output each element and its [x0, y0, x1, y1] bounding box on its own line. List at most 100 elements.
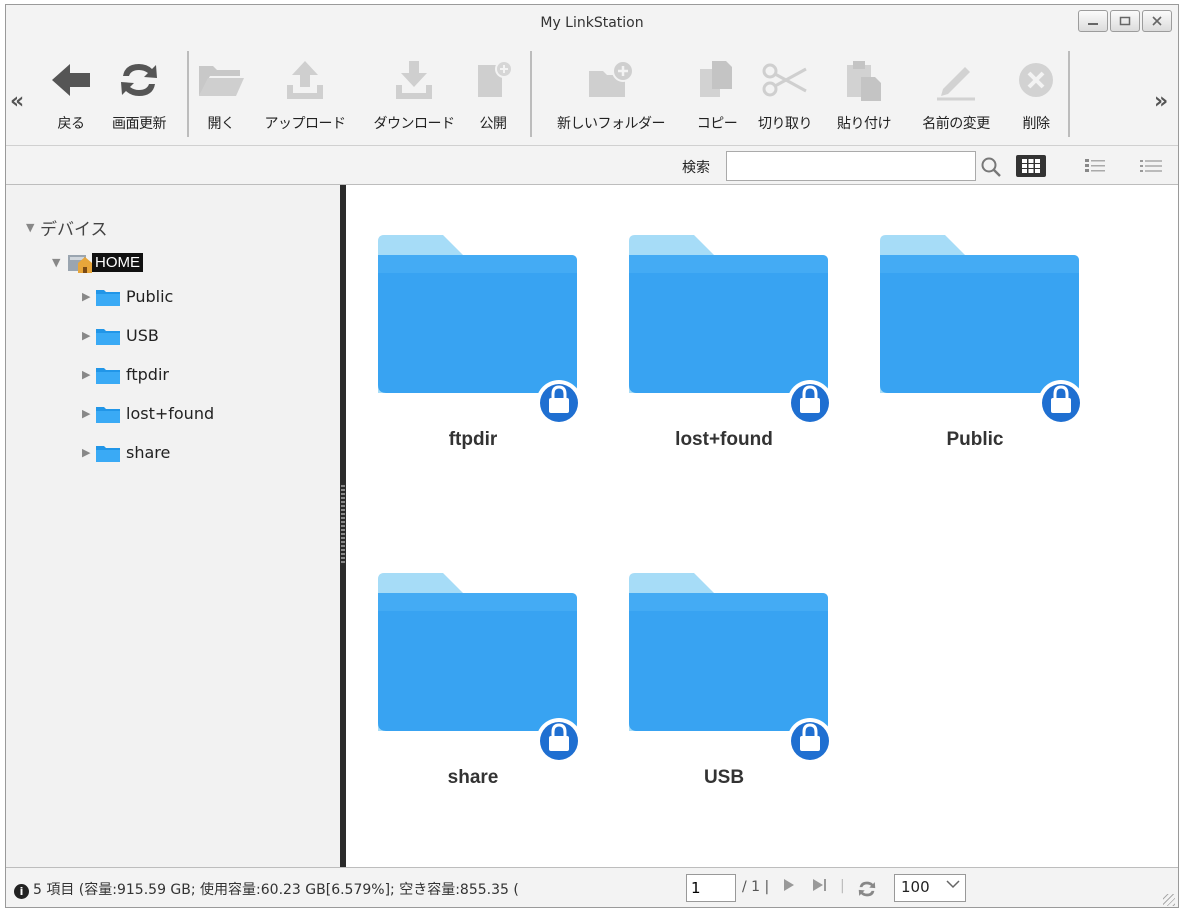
- back-button[interactable]: 戻る: [46, 47, 96, 133]
- tree-label-devices: デバイス: [40, 220, 108, 240]
- list-view-button[interactable]: [1136, 155, 1166, 177]
- maximize-button[interactable]: [1110, 10, 1140, 32]
- next-page-button[interactable]: [782, 878, 796, 896]
- grid-view-icon: [1022, 159, 1040, 173]
- tree-label: Public: [126, 287, 174, 306]
- new-folder-label: 新しいフォルダー: [557, 116, 666, 132]
- large-icons-view-button[interactable]: [1016, 155, 1046, 177]
- folder-tile[interactable]: USB: [624, 571, 834, 788]
- tree-label-home: HOME: [92, 252, 143, 272]
- folder-tile[interactable]: share: [373, 571, 583, 788]
- folder-tile[interactable]: Public: [875, 233, 1085, 450]
- tree-item-home[interactable]: ▼ HOME: [52, 249, 143, 275]
- delete-button[interactable]: 削除: [1008, 47, 1064, 133]
- window-controls: [1078, 10, 1172, 32]
- open-button[interactable]: 開く: [196, 47, 246, 133]
- tree-item-public[interactable]: ▶ Public: [82, 287, 173, 306]
- rename-label: 名前の変更: [922, 116, 990, 132]
- minimize-button[interactable]: [1078, 10, 1108, 32]
- nas-home-icon: [68, 255, 92, 273]
- cut-label: 切り取り: [758, 116, 813, 132]
- search-input[interactable]: [726, 151, 976, 181]
- tree-item-devices[interactable]: ▼ デバイス: [26, 215, 108, 240]
- open-label: 開く: [207, 116, 236, 132]
- lock-icon: [536, 718, 582, 764]
- toolbar-scroll-left-button[interactable]: «: [10, 89, 24, 114]
- close-button[interactable]: [1142, 10, 1172, 32]
- minimize-icon: [1088, 23, 1098, 25]
- folder-view: ftpdir lost+found Public share USB: [346, 185, 1178, 867]
- expand-arrow-icon[interactable]: ▼: [52, 256, 66, 269]
- download-label: ダウンロード: [373, 116, 456, 132]
- cut-icon: [762, 63, 807, 97]
- status-bar: i 5 項目 (容量:915.59 GB; 使用容量:60.23 GB[6.579…: [6, 867, 1178, 907]
- search-bar: 検索: [6, 145, 1178, 185]
- back-arrow-icon: [52, 64, 90, 96]
- page-total: / 1 |: [742, 879, 770, 895]
- toolbar-scroll-right-button[interactable]: »: [1154, 89, 1168, 114]
- folder-icon: [629, 573, 833, 764]
- folder-name: share: [447, 767, 499, 788]
- details-view-button[interactable]: [1080, 155, 1110, 177]
- toolbar-separator: [530, 51, 532, 137]
- publish-button[interactable]: 公開: [468, 47, 518, 133]
- download-button[interactable]: ダウンロード: [362, 47, 466, 133]
- new-folder-icon: [589, 60, 634, 97]
- status-summary: i 5 項目 (容量:915.59 GB; 使用容量:60.23 GB[6.579…: [14, 879, 519, 899]
- rename-button[interactable]: 名前の変更: [906, 47, 1006, 133]
- chevron-down-icon: [946, 878, 960, 892]
- pager-refresh-button[interactable]: [856, 878, 878, 904]
- page-size-select[interactable]: 100: [894, 874, 966, 902]
- folder-tile[interactable]: lost+found: [624, 233, 834, 450]
- expand-arrow-icon[interactable]: ▼: [26, 221, 40, 234]
- pager-separator: |: [840, 878, 845, 894]
- folder-tile[interactable]: ftpdir: [373, 233, 583, 450]
- cut-button[interactable]: 切り取り: [748, 47, 822, 133]
- page-number-input[interactable]: [686, 874, 736, 902]
- lock-icon: [1038, 380, 1084, 426]
- publish-label: 公開: [479, 116, 508, 132]
- resize-grip[interactable]: [1163, 894, 1175, 906]
- copy-button[interactable]: コピー: [688, 47, 746, 133]
- folder-tree: ▼ デバイス ▼ HOME ▶ Public ▶ USB ▶ ftpdir ▶ …: [6, 185, 340, 867]
- folder-icon: [880, 235, 1084, 426]
- refresh-button[interactable]: 画面更新: [96, 47, 182, 133]
- upload-icon: [287, 61, 323, 99]
- last-page-button[interactable]: [812, 878, 828, 896]
- tree-label: ftpdir: [126, 365, 169, 384]
- lock-icon: [787, 718, 833, 764]
- expand-arrow-icon[interactable]: ▶: [82, 407, 96, 420]
- refresh-icon: [121, 64, 157, 96]
- folder-name: USB: [703, 767, 745, 788]
- folder-icon: [96, 367, 120, 384]
- toolbar-separator: [1068, 51, 1070, 137]
- refresh-label: 画面更新: [112, 116, 167, 132]
- delete-label: 削除: [1022, 116, 1051, 132]
- expand-arrow-icon[interactable]: ▶: [82, 368, 96, 381]
- lock-icon: [536, 380, 582, 426]
- new-folder-button[interactable]: 新しいフォルダー: [540, 47, 682, 133]
- search-label: 検索: [682, 160, 710, 176]
- back-label: 戻る: [57, 116, 86, 132]
- splitter-grip[interactable]: [341, 485, 345, 565]
- window-title: My LinkStation: [540, 15, 644, 31]
- list-view-icon: [1140, 160, 1162, 172]
- tree-item-usb[interactable]: ▶ USB: [82, 326, 159, 345]
- expand-arrow-icon[interactable]: ▶: [82, 329, 96, 342]
- folder-icon: [629, 235, 833, 426]
- tree-item-lost-found[interactable]: ▶ lost+found: [82, 404, 214, 423]
- folder-icon: [96, 445, 120, 462]
- next-page-icon: [784, 879, 794, 891]
- copy-icon: [700, 61, 732, 97]
- folder-icon: [378, 235, 582, 426]
- paste-icon: [847, 61, 881, 101]
- tree-item-ftpdir[interactable]: ▶ ftpdir: [82, 365, 169, 384]
- expand-arrow-icon[interactable]: ▶: [82, 290, 96, 303]
- paste-button[interactable]: 貼り付け: [824, 47, 904, 133]
- search-button[interactable]: [979, 155, 1003, 179]
- refresh-icon: [858, 881, 876, 897]
- info-icon: i: [14, 884, 29, 899]
- expand-arrow-icon[interactable]: ▶: [82, 446, 96, 459]
- upload-button[interactable]: アップロード: [252, 47, 358, 133]
- tree-item-share[interactable]: ▶ share: [82, 443, 170, 462]
